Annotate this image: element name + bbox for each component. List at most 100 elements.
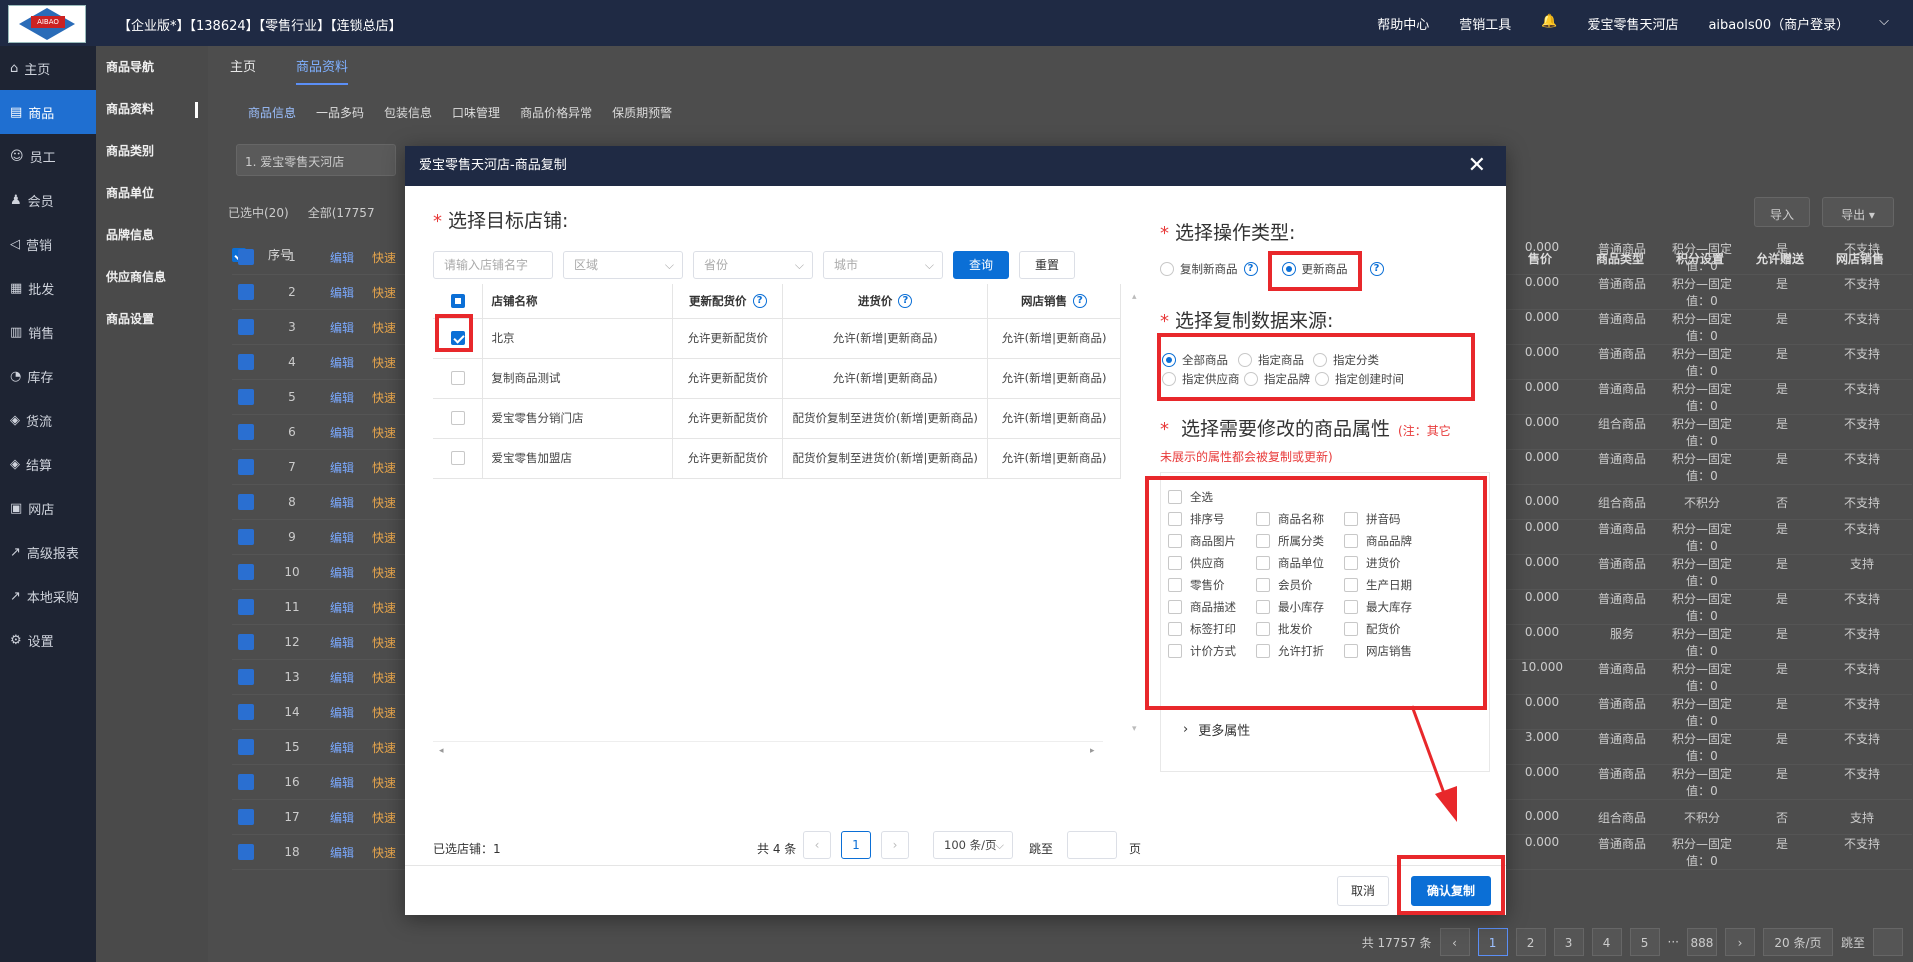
edit-link[interactable]: 编辑 [312,774,372,791]
per-page-select[interactable]: 20 条/页 [1762,928,1833,956]
top-link-2[interactable]: 爱宝零售天河店 [1587,14,1678,33]
next-page-button[interactable]: › [1724,928,1755,956]
row-checkbox[interactable] [238,704,254,720]
edit-link[interactable]: 编辑 [312,669,372,686]
page-2[interactable]: 2 [1515,928,1546,956]
row-number: 4 [288,355,296,369]
row-checkbox[interactable] [238,354,254,370]
edit-link[interactable]: 编辑 [312,634,372,651]
prev-page-button[interactable]: ‹ [1439,928,1470,956]
edit-link[interactable]: 编辑 [312,599,372,616]
sidebar-item-13[interactable]: ⚙ 设置 [0,618,96,662]
edit-link[interactable]: 编辑 [312,809,372,826]
main-sidebar: ⌂ 主页 ▤ 商品 ☺ 员工 ♟ 会员 ◁ 营销 ▦ 批发 ▥ 销售 ◔ 库存 ◈ 货流 ◈ 结算 ▣ 网店 ↗ 高级报表 ↗ 本… [0,46,96,962]
page-1[interactable]: 1 [1477,928,1508,956]
subnav-item-1[interactable]: 商品资料 [96,88,208,130]
cell-type: 组合商品 [1597,810,1646,825]
row-checkbox[interactable] [238,284,254,300]
sidebar-item-10[interactable]: ▣ 网店 [0,486,96,530]
row-checkbox[interactable] [238,319,254,335]
sidebar-item-7[interactable]: ◔ 库存 [0,354,96,398]
sub-tab-2[interactable]: 包装信息 [384,104,432,121]
subnav-item-0[interactable]: 商品导航 [96,46,208,88]
top-link-0[interactable]: 帮助中心 [1377,14,1429,33]
cancel-button[interactable]: 取消 [1337,876,1389,906]
sidebar-item-2[interactable]: ☺ 员工 [0,134,96,178]
sidebar-item-12[interactable]: ↗ 本地采购 [0,574,96,618]
row-checkbox[interactable] [238,459,254,475]
cell-pts: 积分—固定值：0 [1671,242,1732,273]
jump-input[interactable] [1873,928,1903,956]
row-checkbox[interactable] [238,634,254,650]
cell-pts: 积分—固定值：0 [1671,277,1732,308]
sub-tab-3[interactable]: 口味管理 [452,104,500,121]
sidebar-item-9[interactable]: ◈ 结算 [0,442,96,486]
edit-link[interactable]: 编辑 [312,284,372,301]
page-3[interactable]: 3 [1553,928,1584,956]
edit-link[interactable]: 编辑 [312,529,372,546]
subnav-item-2[interactable]: 商品类别 [96,130,208,172]
edit-link[interactable]: 编辑 [312,459,372,476]
chevron-down-icon[interactable]: ⌵ [1879,14,1889,33]
sidebar-item-11[interactable]: ↗ 高级报表 [0,530,96,574]
row-checkbox[interactable] [238,424,254,440]
row-checkbox[interactable] [238,249,254,265]
edit-link[interactable]: 编辑 [312,494,372,511]
page-5[interactable]: 5 [1629,928,1660,956]
edit-link[interactable]: 编辑 [312,564,372,581]
stock-icon: ◔ [10,368,22,384]
cell-gift: 是 [1775,347,1788,361]
edit-link[interactable]: 编辑 [312,424,372,441]
sidebar-item-4[interactable]: ◁ 营销 [0,222,96,266]
sidebar-item-8[interactable]: ◈ 货流 [0,398,96,442]
edit-link[interactable]: 编辑 [312,354,372,371]
sub-tab-0[interactable]: 商品信息 [248,104,296,121]
cell-gift: 否 [1775,810,1788,825]
edit-link[interactable]: 编辑 [312,844,372,861]
row-checkbox[interactable] [238,529,254,545]
sub-tab-4[interactable]: 商品价格异常 [520,104,592,121]
subnav-item-5[interactable]: 供应商信息 [96,256,208,298]
edit-link[interactable]: 编辑 [312,704,372,721]
row-right: 0.000 组合商品 不积分 否 支持 [1502,809,1902,826]
sub-tab-5[interactable]: 保质期预警 [612,104,672,121]
edit-link[interactable]: 编辑 [312,319,372,336]
sidebar-item-5[interactable]: ▦ 批发 [0,266,96,310]
subnav-item-3[interactable]: 商品单位 [96,172,208,214]
sidebar-item-6[interactable]: ▥ 销售 [0,310,96,354]
row-checkbox[interactable] [238,599,254,615]
row-number: 18 [284,845,300,859]
shop-icon: ▣ [10,500,23,516]
row-checkbox[interactable] [238,809,254,825]
row-checkbox[interactable] [238,739,254,755]
top-link-1[interactable]: 营销工具 [1459,14,1511,33]
edit-link[interactable]: 编辑 [312,249,372,266]
scope-radios[interactable]: 已选中(20) 全部(17757 [228,204,375,221]
row-checkbox[interactable] [238,389,254,405]
export-button[interactable]: 导出 ▾ [1822,197,1894,227]
edit-link[interactable]: 编辑 [312,389,372,406]
bell-icon[interactable]: 🔔 [1541,14,1557,33]
row-checkbox[interactable] [238,774,254,790]
sidebar-item-3[interactable]: ♟ 会员 [0,178,96,222]
row-checkbox[interactable] [238,494,254,510]
import-button[interactable]: 导入 [1754,197,1810,227]
top-link-3[interactable]: aibaols00（商户登录） [1708,14,1849,33]
page-tab-0[interactable]: 主页 [230,56,256,85]
row-checkbox[interactable] [238,844,254,860]
row-checkbox[interactable] [238,564,254,580]
sidebar-item-1[interactable]: ▤ 商品 [0,90,96,134]
cell-web: 不支持 [1843,452,1880,466]
sub-tab-1[interactable]: 一品多码 [316,104,364,121]
page-888[interactable]: 888 [1686,928,1717,956]
store-select[interactable]: 1. 爱宝零售天河店 [236,144,396,176]
subnav-item-4[interactable]: 品牌信息 [96,214,208,256]
edit-link[interactable]: 编辑 [312,739,372,756]
cell-gift: 是 [1775,767,1788,781]
row-right: 0.000 普通商品 积分—固定值：0 是 不支持 [1502,240,1902,274]
row-checkbox[interactable] [238,669,254,685]
subnav-item-6[interactable]: 商品设置 [96,298,208,340]
page-tab-1[interactable]: 商品资料 [296,56,349,85]
sidebar-item-0[interactable]: ⌂ 主页 [0,46,96,90]
page-4[interactable]: 4 [1591,928,1622,956]
